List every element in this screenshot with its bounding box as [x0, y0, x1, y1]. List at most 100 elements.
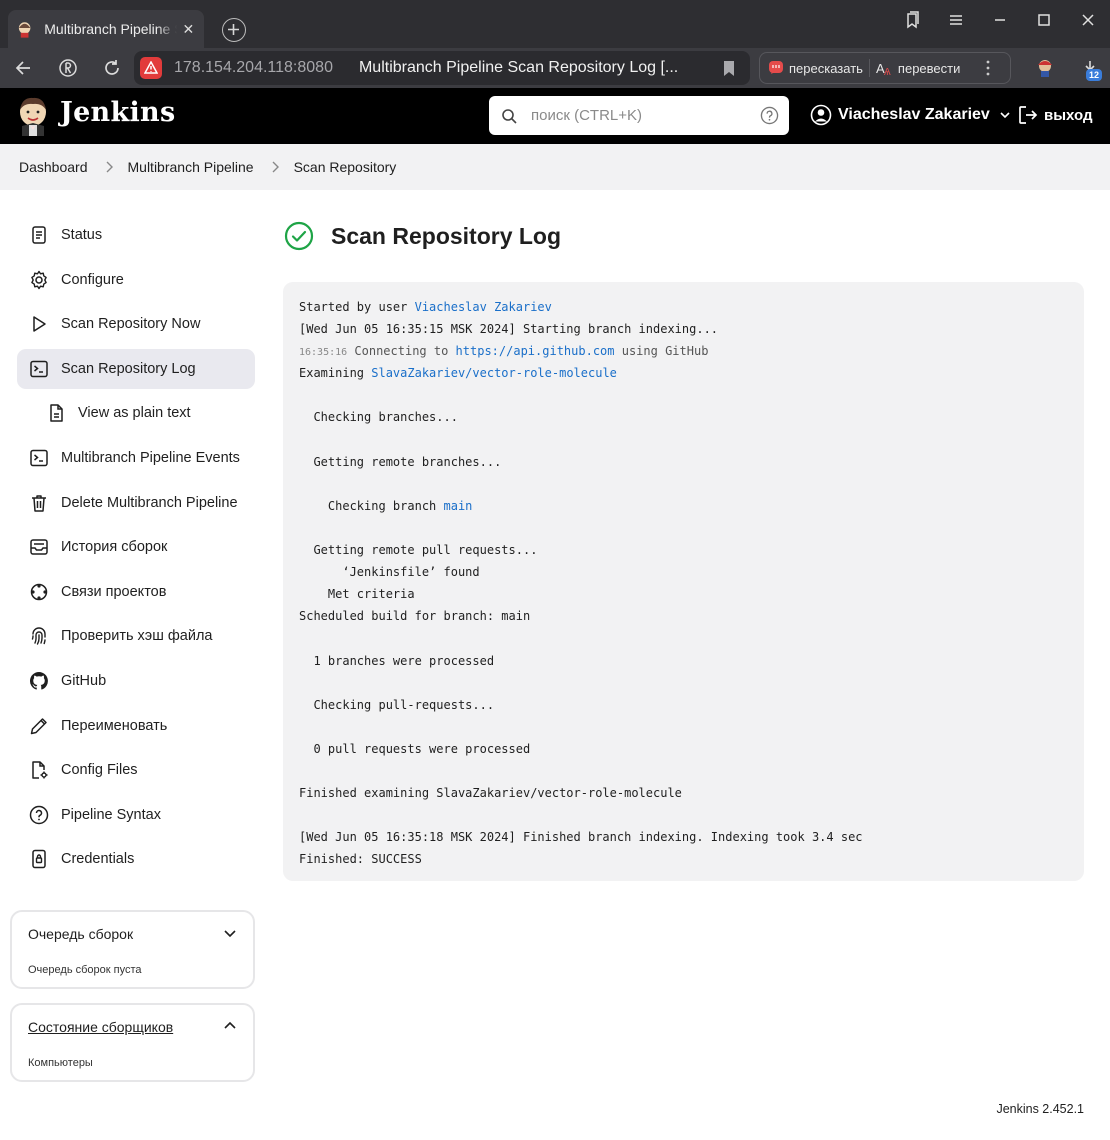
executors-title[interactable]: Состояние сборщиков — [28, 1019, 173, 1035]
logout-icon — [1019, 106, 1038, 124]
sidebar-item-delete-multibranch-pipeline[interactable]: Delete Multibranch Pipeline — [17, 483, 255, 523]
build-queue-title[interactable]: Очередь сборок — [28, 926, 133, 942]
chevron-down-icon[interactable] — [223, 926, 237, 940]
tab-collections-icon[interactable] — [900, 8, 924, 32]
minimize-icon[interactable] — [988, 8, 1012, 32]
extension-icon[interactable] — [1034, 57, 1056, 79]
svg-text:Ѧ: Ѧ — [884, 67, 891, 76]
browser-toolbar: 178.154.204.118:8080 Multibranch Pipelin… — [0, 48, 1110, 88]
sidebar-item-config-files[interactable]: Config Files — [17, 750, 255, 790]
sidebar-item-pipeline-syntax[interactable]: Pipeline Syntax — [17, 795, 255, 835]
relationship-icon — [30, 583, 48, 600]
browser-tab[interactable]: Multibranch Pipeline Scan Repository Log… — [8, 10, 204, 48]
search-icon — [502, 108, 517, 124]
bookmark-icon[interactable] — [722, 60, 736, 77]
divider — [868, 59, 870, 77]
success-check-icon — [284, 221, 314, 251]
sidebar-item-label: Scan Repository Now — [61, 316, 201, 333]
terminal-icon — [30, 360, 48, 378]
help-icon[interactable] — [760, 106, 779, 125]
page-heading: Scan Repository Log — [284, 221, 561, 251]
sidebar-item-label: Переименовать — [61, 717, 168, 734]
translate-icon: AѦ — [876, 61, 891, 76]
address-bar[interactable]: 178.154.204.118:8080 Multibranch Pipelin… — [134, 51, 750, 85]
yandex-icon[interactable] — [58, 58, 78, 78]
log-repo-link[interactable]: SlavaZakariev/vector-role-molecule — [371, 366, 617, 380]
close-window-icon[interactable] — [1076, 8, 1100, 32]
user-name: Viacheslav Zakariev — [838, 106, 990, 123]
sidebar-item-status[interactable]: Status — [17, 215, 255, 255]
sidebar-item-build-history[interactable]: История сборок — [17, 527, 255, 567]
trash-icon — [32, 494, 46, 512]
breadcrumb-dashboard[interactable]: Dashboard — [19, 159, 88, 175]
sidebar-item-check-file-fingerprint[interactable]: Проверить хэш файла — [17, 616, 255, 656]
chevron-down-icon — [1000, 112, 1010, 119]
tab-close-icon[interactable]: ✕ — [181, 21, 196, 37]
log-timestamp: 16:35:16 — [299, 347, 348, 359]
log-user-link[interactable]: Viacheslav Zakariev — [415, 300, 552, 314]
address-host: 178.154.204.118:8080 — [174, 59, 333, 76]
log-line: Getting remote branches... — [299, 454, 502, 469]
jenkins-version[interactable]: Jenkins 2.452.1 — [996, 1102, 1084, 1116]
log-branch-link[interactable]: main — [444, 499, 473, 513]
pencil-icon — [30, 717, 47, 734]
ai-tools-bar: пересказать AѦ перевести — [759, 52, 1011, 84]
retell-button[interactable]: пересказать — [768, 60, 863, 76]
inbox-icon — [30, 539, 48, 555]
tab-title: Multibranch Pipeline Scan Repository Log… — [44, 21, 176, 37]
log-line: Checking pull-requests... — [299, 697, 495, 712]
sidebar-item-rename[interactable]: Переименовать — [17, 706, 255, 746]
new-tab-button[interactable] — [222, 18, 246, 42]
log-api-link[interactable]: https://api.github.com — [456, 344, 615, 358]
plus-icon — [228, 24, 239, 35]
translate-label: перевести — [897, 60, 961, 76]
jenkins-brand[interactable]: Jenkins — [60, 97, 175, 128]
sidebar-item-view-as-plain-text[interactable]: View as plain text — [17, 393, 255, 433]
sidebar-item-scan-repository-now[interactable]: Scan Repository Now — [17, 304, 255, 344]
breadcrumb-scan-repository[interactable]: Scan Repository — [294, 159, 397, 175]
log-line: Finished: SUCCESS — [299, 852, 422, 867]
maximize-icon[interactable] — [1032, 8, 1056, 32]
sidebar-item-github[interactable]: GitHub — [17, 661, 255, 701]
sidebar-item-label: Configure — [61, 271, 124, 288]
gear-icon — [31, 270, 47, 289]
sidebar-item-credentials[interactable]: Credentials — [17, 839, 255, 879]
credentials-icon — [32, 850, 46, 869]
breadcrumb-multibranch-pipeline[interactable]: Multibranch Pipeline — [128, 159, 254, 175]
log-line: ‘Jenkinsfile’ found — [299, 565, 480, 580]
log-line: 16:35:16 Connecting to https://api.githu… — [299, 344, 709, 359]
log-line-blank — [299, 716, 1068, 738]
sidebar-item-scan-repository-log[interactable]: Scan Repository Log — [17, 348, 255, 389]
chevron-up-icon[interactable] — [223, 1019, 237, 1033]
sidebar-item-label: Pipeline Syntax — [61, 806, 161, 823]
reload-icon[interactable] — [102, 58, 122, 78]
user-icon — [810, 104, 832, 126]
sidebar-item-multibranch-pipeline-events[interactable]: Multibranch Pipeline Events — [17, 438, 255, 478]
document-icon — [32, 226, 46, 244]
not-secure-icon[interactable] — [140, 57, 162, 79]
sidebar-item-label: View as plain text — [78, 405, 191, 422]
page-title: Scan Repository Log — [331, 222, 562, 249]
log-line: Examining SlavaZakariev/vector-role-mole… — [299, 366, 617, 381]
logout-button[interactable]: выход — [1017, 104, 1093, 126]
translate-button[interactable]: AѦ перевести — [876, 60, 961, 77]
retell-label: пересказать — [789, 60, 863, 76]
chevron-right-icon — [272, 161, 279, 173]
search-box[interactable] — [489, 96, 789, 135]
back-arrow-icon[interactable] — [14, 58, 34, 78]
sidebar-item-configure[interactable]: Configure — [17, 260, 255, 300]
sidebar-item-project-relationships[interactable]: Связи проектов — [17, 572, 255, 612]
search-input[interactable] — [531, 107, 751, 124]
downloads-count-badge: 12 — [1086, 69, 1102, 81]
logout-label: выход — [1044, 106, 1093, 124]
more-vertical-icon[interactable] — [980, 58, 996, 78]
retell-icon — [769, 61, 783, 74]
menu-icon[interactable] — [944, 8, 968, 32]
user-menu[interactable]: Viacheslav Zakariev — [810, 104, 1011, 126]
jenkins-logo-icon[interactable] — [16, 96, 50, 136]
log-line-blank — [299, 760, 1068, 782]
log-line: Checking branches... — [299, 410, 458, 425]
address-page-title: Multibranch Pipeline Scan Repository Log… — [358, 59, 679, 76]
sidebar-item-label: Credentials — [61, 851, 135, 868]
sidebar-item-label: Multibranch Pipeline Events — [61, 449, 240, 466]
